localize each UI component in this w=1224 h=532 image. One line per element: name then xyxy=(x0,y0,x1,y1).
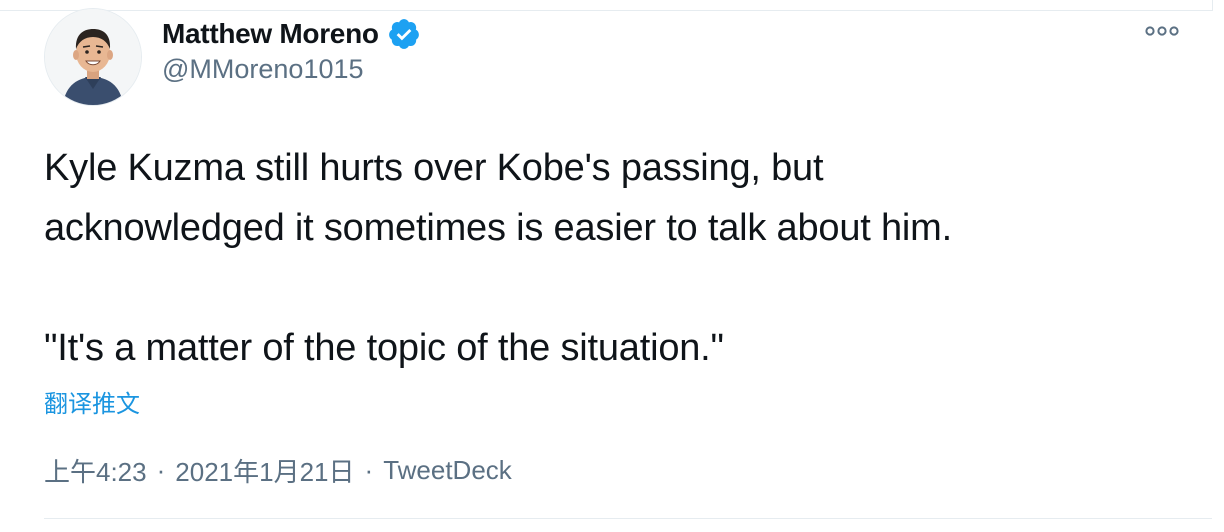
tweet-time[interactable]: 上午4:23 xyxy=(44,452,147,489)
tweet-text-line: "It's a matter of the topic of the situa… xyxy=(44,327,724,369)
more-options-icon[interactable] xyxy=(1144,22,1180,40)
tweet-text: Kyle Kuzma still hurts over Kobe's passi… xyxy=(44,138,1184,378)
author-name-row[interactable]: Matthew Moreno xyxy=(162,14,421,54)
verified-badge-icon xyxy=(388,19,419,49)
avatar[interactable] xyxy=(44,8,142,106)
bottom-divider xyxy=(44,518,1212,519)
tweet-text-line: acknowledged it sometimes is easier to t… xyxy=(44,207,952,249)
top-divider xyxy=(0,0,1213,11)
tweet-text-line: Kyle Kuzma still hurts over Kobe's passi… xyxy=(44,147,824,189)
author-display-name[interactable]: Matthew Moreno xyxy=(162,18,379,50)
tweet-metadata: 上午4:23 · 2021年1月21日 · TweetDeck xyxy=(44,452,512,489)
avatar-portrait-icon xyxy=(45,9,141,105)
separator-dot: · xyxy=(156,455,166,485)
tweet-source-link[interactable]: TweetDeck xyxy=(383,455,512,486)
separator-dot: · xyxy=(364,455,374,485)
tweet-date[interactable]: 2021年1月21日 xyxy=(175,452,354,489)
translate-tweet-link[interactable]: 翻译推文 xyxy=(44,384,140,419)
tweet-card: Matthew Moreno @MMoreno1015 Kyle Kuzma s… xyxy=(0,0,1224,532)
author-handle[interactable]: @MMoreno1015 xyxy=(162,54,364,85)
